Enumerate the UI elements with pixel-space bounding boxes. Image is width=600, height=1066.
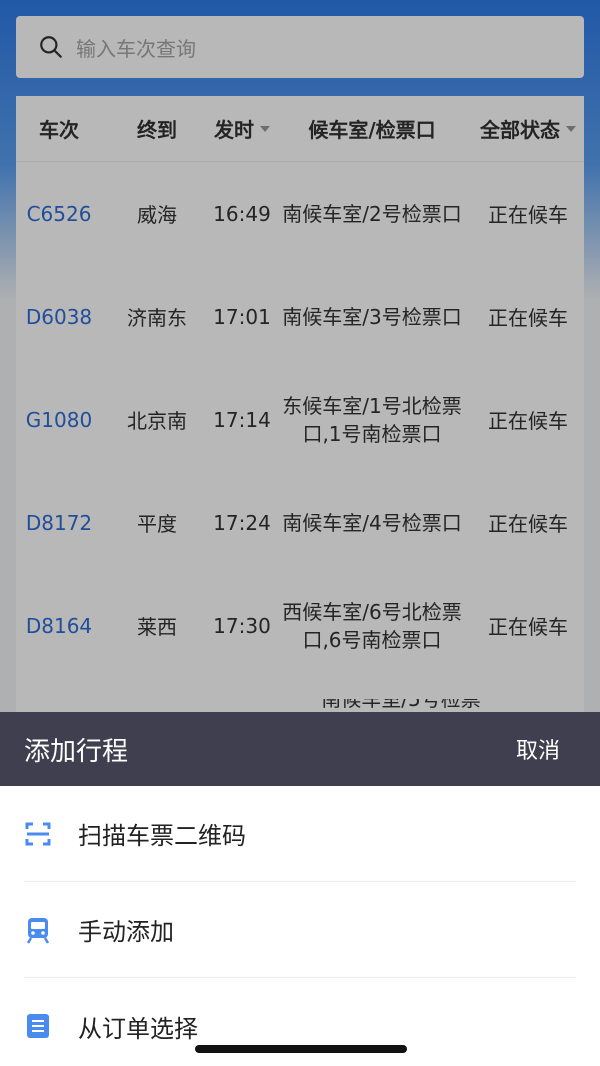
action-sheet: 扫描车票二维码 手动添加 从订单选择: [0, 786, 600, 1066]
scan-icon: [24, 820, 52, 848]
sheet-title: 添加行程: [24, 736, 129, 767]
option-label: 手动添加: [78, 918, 174, 946]
manual-add-option[interactable]: 手动添加: [24, 882, 576, 978]
train-icon: [24, 916, 52, 944]
home-indicator[interactable]: [195, 1045, 407, 1053]
option-label: 扫描车票二维码: [78, 822, 246, 850]
scan-ticket-option[interactable]: 扫描车票二维码: [24, 786, 576, 882]
sheet-header: 添加行程 取消: [0, 712, 600, 786]
option-label: 从订单选择: [78, 1014, 198, 1043]
order-list-icon: [24, 1012, 52, 1040]
app: 输入车次查询 车次 终到 发时 候车室/检票口 全部状态 C6526 威海 16…: [0, 0, 600, 1066]
cancel-button[interactable]: 取消: [516, 733, 560, 765]
